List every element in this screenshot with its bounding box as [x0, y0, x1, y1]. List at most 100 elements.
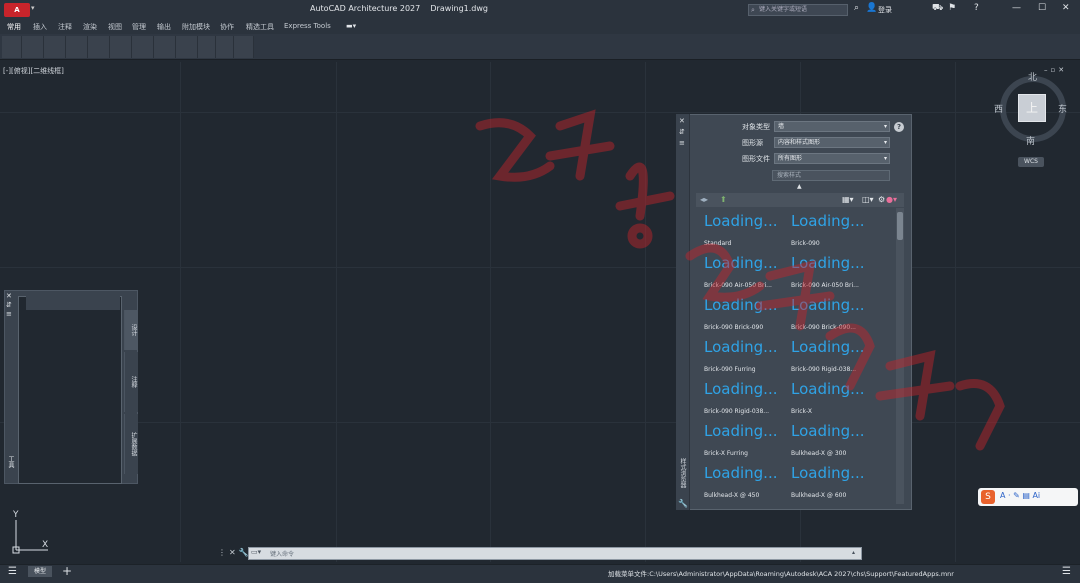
minimize-icon[interactable]: — — [1012, 3, 1021, 13]
style-name: Brick-090 Brick-090 — [704, 324, 764, 331]
settings-icon[interactable]: ⚙ — [878, 195, 885, 204]
search-input[interactable]: ⌕ 键入关键字或短语 — [748, 4, 848, 16]
binoculars-icon[interactable]: ⌕ — [854, 3, 859, 13]
style-name: Bulkhead-X @ 600 — [791, 492, 847, 499]
command-history-icon[interactable]: ▭▾ — [251, 548, 261, 556]
style-name: Bulkhead-X @ 450 — [704, 492, 760, 499]
ime-label: A · ✎ ▤ Ai — [1000, 491, 1041, 500]
style-tile[interactable]: Loading... Bulkhead-X @ 600 — [791, 464, 877, 506]
viewport-window-controls[interactable]: –▫✕ — [1044, 66, 1067, 74]
source-label: 图形源 — [742, 139, 763, 147]
tab-collaborate[interactable]: 协作 — [220, 22, 234, 32]
compass-south[interactable]: 南 — [1026, 134, 1035, 147]
palette-tab-design[interactable]: 设计 — [124, 310, 138, 350]
style-tile[interactable]: Loading... Standard — [704, 212, 790, 254]
style-tile[interactable]: Loading... Brick-090 Rigid-038... — [704, 380, 790, 422]
window-title: AutoCAD Architecture 2027 Drawing1.dwg — [310, 4, 488, 13]
drawing-canvas[interactable] — [0, 62, 1080, 562]
ribbon-cell[interactable] — [88, 36, 110, 58]
style-tile[interactable]: Loading... Brick-090 Rigid-038... — [791, 338, 877, 380]
ribbon-cell[interactable] — [198, 36, 216, 58]
tab-express-tools[interactable]: Express Tools — [284, 22, 331, 30]
object-type-select[interactable]: 墙 ▾ — [774, 121, 890, 132]
file-select[interactable]: 所有图形 ▾ — [774, 153, 890, 164]
share-icon[interactable]: ⚑ — [948, 3, 956, 13]
tab-manage[interactable]: 管理 — [132, 22, 146, 32]
chevron-up-icon[interactable]: ▴ — [852, 549, 855, 556]
tab-home[interactable]: 常用 — [7, 22, 21, 32]
grid-view-icon[interactable]: ▦▾ — [842, 195, 854, 204]
application-menu-button[interactable]: A — [4, 3, 30, 17]
style-tile[interactable]: Loading... Brick-090 Air-050 Bri... — [704, 254, 790, 296]
style-name: Brick-090 Rigid-038... — [704, 408, 770, 415]
palette-controls[interactable]: ✕ ⇵ ≡ — [6, 292, 12, 319]
compass-north[interactable]: 北 — [1028, 70, 1037, 83]
palette-controls[interactable]: ✕ ⇵ ≡ — [679, 116, 685, 149]
model-tab[interactable]: 模型 — [28, 566, 52, 577]
style-tile[interactable]: Loading... Brick-X — [791, 380, 877, 422]
cart-icon[interactable]: ⛟ — [932, 3, 943, 14]
compass-west[interactable]: 西 — [994, 102, 1003, 115]
login-link[interactable]: 登录 — [878, 5, 892, 15]
source-select[interactable]: 内容和样式图形 ▾ — [774, 137, 890, 148]
ribbon-cell[interactable] — [44, 36, 66, 58]
style-tile[interactable]: Loading... Brick-090 Brick-090 — [704, 296, 790, 338]
style-list-scrollbar[interactable] — [896, 208, 904, 504]
back-icon[interactable]: ◂▸ — [700, 195, 708, 204]
ribbon-cell[interactable] — [234, 36, 254, 58]
command-line[interactable] — [248, 547, 862, 560]
ribbon-cell[interactable] — [216, 36, 234, 58]
ribbon-cell[interactable] — [132, 36, 154, 58]
ribbon-cell[interactable] — [66, 36, 88, 58]
display-icon[interactable]: ◫▾ — [862, 195, 874, 204]
add-layout-icon[interactable]: + — [62, 564, 72, 578]
chevron-down-icon[interactable]: ▾ — [31, 4, 35, 12]
loading-text: Loading... — [704, 254, 778, 272]
ribbon-cell[interactable] — [110, 36, 132, 58]
style-tile[interactable]: Loading... Brick-090 Brick-090... — [791, 296, 877, 338]
user-icon[interactable]: 👤 — [866, 3, 877, 13]
maximize-icon[interactable]: ☐ — [1038, 3, 1046, 13]
tab-insert[interactable]: 插入 — [33, 22, 47, 32]
scrollbar-thumb[interactable] — [897, 212, 903, 240]
tab-addins[interactable]: 附加模块 — [182, 22, 210, 32]
import-icon[interactable]: ⬆ — [720, 195, 727, 204]
ribbon-cell[interactable] — [22, 36, 44, 58]
ribbon-cell[interactable] — [2, 36, 22, 58]
tool-palette-header — [26, 296, 120, 310]
tab-render[interactable]: 渲染 — [83, 22, 97, 32]
command-line-controls[interactable]: ⋮✕🔧 — [218, 548, 252, 557]
ribbon-toggle-icon[interactable]: ▬▾ — [346, 22, 356, 30]
help-icon[interactable]: ? — [974, 3, 979, 13]
source-value: 内容和样式图形 — [778, 139, 821, 146]
ucs-x-label: X — [42, 540, 49, 550]
ribbon-cell[interactable] — [176, 36, 198, 58]
help-icon[interactable]: ? — [894, 122, 904, 132]
close-icon[interactable]: ✕ — [1062, 3, 1070, 13]
viewcube-top-face[interactable]: 上 — [1018, 94, 1046, 122]
wrench-icon[interactable]: 🔧 — [678, 499, 688, 508]
hamburger-icon[interactable]: ☰ — [8, 566, 17, 577]
style-tile[interactable]: Loading... Bulkhead-X @ 300 — [791, 422, 877, 464]
style-tile[interactable]: Loading... Brick-090 Air-050 Bri... — [791, 254, 877, 296]
style-tile[interactable]: Loading... Bulkhead-X @ 450 — [704, 464, 790, 506]
ribbon-cell[interactable] — [154, 36, 176, 58]
style-tile[interactable]: Loading... Brick-X Furring — [704, 422, 790, 464]
ime-toolbar[interactable]: S A · ✎ ▤ Ai — [978, 488, 1078, 506]
palette-tab-annotate[interactable]: 注释 — [124, 352, 138, 412]
style-tile[interactable]: Loading... Brick-090 — [791, 212, 877, 254]
style-tile[interactable]: Loading... Brick-090 Furring — [704, 338, 790, 380]
tab-view[interactable]: 视图 — [108, 22, 122, 32]
viewport-controls-label[interactable]: [-][俯视][二维线框] — [3, 66, 64, 76]
wcs-menu[interactable]: WCS — [1018, 157, 1044, 167]
tab-output[interactable]: 输出 — [157, 22, 171, 32]
command-input[interactable]: 键入命令 — [270, 549, 294, 558]
palette-tab-extended[interactable]: 扩展数据 — [124, 414, 138, 474]
tab-featured[interactable]: 精选工具 — [246, 22, 274, 32]
collapse-icon[interactable]: ▲ — [797, 183, 802, 190]
compass-east[interactable]: 东 — [1058, 102, 1067, 115]
color-palette-icon[interactable]: ●▾ — [886, 195, 897, 204]
tab-annotate[interactable]: 注释 — [58, 22, 72, 32]
hamburger-icon[interactable]: ☰ — [1062, 566, 1071, 577]
style-search-input[interactable]: 搜索样式 — [772, 170, 890, 181]
